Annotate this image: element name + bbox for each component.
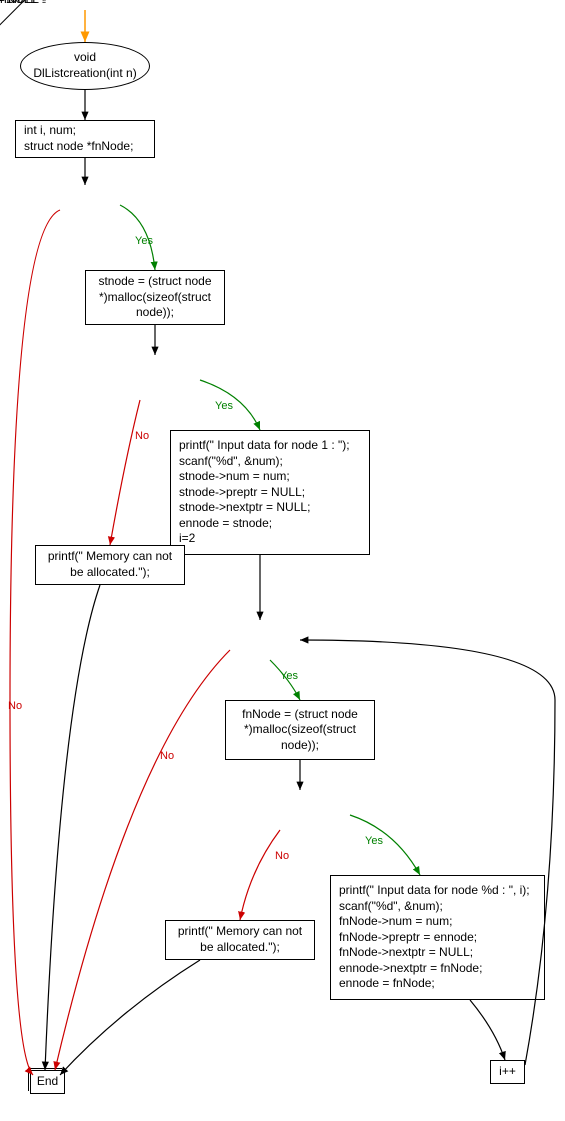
err1-label: printf(" Memory can not be allocated."); [44,549,176,580]
err1-node: printf(" Memory can not be allocated."); [35,545,185,585]
init1-label: printf(" Input data for node 1 : "); sca… [179,438,350,547]
decl-node: int i, num; struct node *fnNode; [15,120,155,158]
d4-label: fnNode != NULL ? [0,0,53,6]
d1-no-label: No [8,700,22,712]
init2-node: printf(" Input data for node %d : ", i);… [330,875,545,1000]
inc-node: i++ [490,1060,525,1084]
start-label: void DlListcreation(int n) [29,50,141,81]
init1-node: printf(" Input data for node 1 : "); sca… [170,430,370,555]
end-node: End [30,1070,65,1094]
inc-label: i++ [499,1064,516,1080]
decl-label: int i, num; struct node *fnNode; [24,123,133,154]
flowchart-canvas: void DlListcreation(int n) int i, num; s… [0,0,565,1121]
alloc2-node: fnNode = (struct node *)malloc(sizeof(st… [225,700,375,760]
alloc2-label: fnNode = (struct node *)malloc(sizeof(st… [234,707,366,754]
alloc1-label: stnode = (struct node *)malloc(sizeof(st… [94,274,216,321]
end-label: End [37,1074,58,1090]
d2-yes-label: Yes [215,400,233,412]
d4-yes-label: Yes [365,835,383,847]
init2-label: printf(" Input data for node %d : ", i);… [339,883,530,992]
err2-label: printf(" Memory can not be allocated."); [174,924,306,955]
d2-no-label: No [135,430,149,442]
d1-yes-label: Yes [135,235,153,247]
d3-no-label: No [160,750,174,762]
start-node: void DlListcreation(int n) [20,42,150,90]
d3-yes-label: Yes [280,670,298,682]
alloc1-node: stnode = (struct node *)malloc(sizeof(st… [85,270,225,325]
d4-no-label: No [275,850,289,862]
err2-node: printf(" Memory can not be allocated."); [165,920,315,960]
